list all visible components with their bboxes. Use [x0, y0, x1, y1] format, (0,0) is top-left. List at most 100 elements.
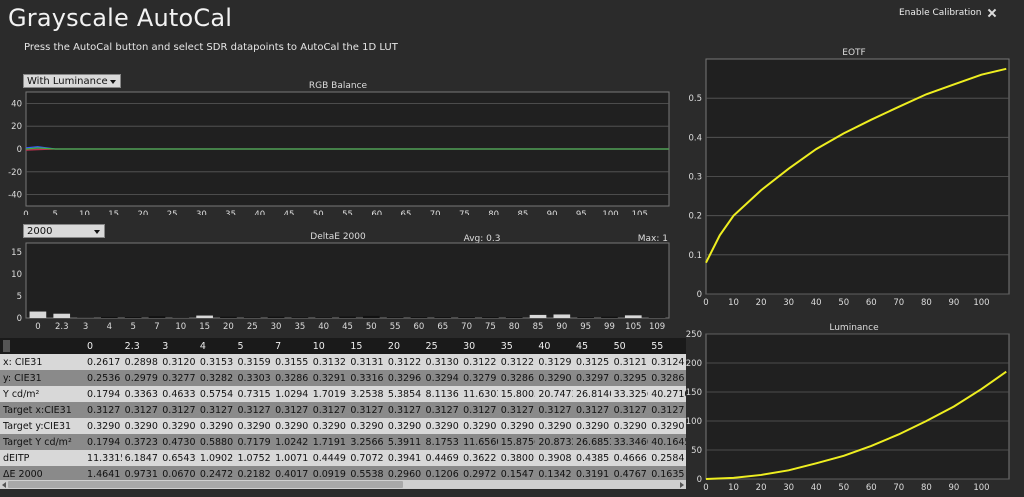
table-cell[interactable]: 0.3296	[384, 370, 423, 386]
table-cell[interactable]: 0.4730	[159, 434, 197, 450]
table-cell[interactable]: 0.3127	[497, 402, 536, 418]
column-header[interactable]: 40	[535, 338, 573, 354]
column-header[interactable]: 0	[84, 338, 122, 354]
table-cell[interactable]: 3.2566	[347, 434, 385, 450]
table-cell[interactable]: 0.3290	[535, 370, 573, 386]
table-row[interactable]: x: CIE31 0.2617 0.2898 0.3120 0.3153 0.3159 0.…	[0, 354, 686, 370]
table-cell[interactable]: 0.3127	[384, 402, 423, 418]
table-cell[interactable]: 0.3120	[159, 354, 197, 370]
table-cell[interactable]: 0.2979	[121, 370, 160, 386]
table-cell[interactable]: 0.3122	[497, 354, 536, 370]
table-cell[interactable]: 0.6543	[159, 450, 197, 466]
table-cell[interactable]: 26.6853	[572, 434, 611, 450]
table-cell[interactable]: 0.3290	[422, 418, 461, 434]
table-cell[interactable]: 0.3127	[572, 402, 611, 418]
table-cell[interactable]: 33.3256	[610, 386, 649, 402]
table-cell[interactable]: 0.3290	[309, 418, 348, 434]
table-cell[interactable]: 0.3127	[84, 402, 122, 418]
table-cell[interactable]: 0.3290	[84, 418, 122, 434]
table-cell[interactable]: 1.0071	[272, 450, 310, 466]
table-cell[interactable]: 26.8140	[572, 386, 611, 402]
table-cell[interactable]: 0.3723	[121, 434, 160, 450]
table-cell[interactable]: 0.3121	[610, 354, 649, 370]
data-table[interactable]: 0 2.3 3 4 5 7 10 15 20 25 30 35 40 45 50 55 x: CIE31 0.26…	[0, 338, 686, 496]
table-cell[interactable]: 0.3286	[648, 370, 686, 386]
table-row[interactable]: dEITP11.33156.18470.65431.09021.07521.00…	[0, 450, 686, 466]
table-cell[interactable]: 0.3131	[347, 354, 385, 370]
table-cell[interactable]: 0.3303	[234, 370, 273, 386]
table-cell[interactable]: 0.2898	[121, 354, 160, 370]
table-cell[interactable]: 0.1794	[84, 434, 122, 450]
table-cell[interactable]: 0.2584	[648, 450, 686, 466]
table-cell[interactable]: 0.3127	[159, 402, 197, 418]
column-header[interactable]: 15	[347, 338, 385, 354]
table-cell[interactable]: 0.3127	[535, 402, 573, 418]
column-header[interactable]: 4	[196, 338, 235, 354]
table-horizontal-scrollbar[interactable]	[0, 480, 686, 489]
table-cell[interactable]: 15.8756	[497, 434, 536, 450]
table-cell[interactable]: 1.0294	[272, 386, 310, 402]
table-cell[interactable]: 0.3297	[572, 370, 611, 386]
table-cell[interactable]: 1.7191	[309, 434, 348, 450]
table-cell[interactable]: 1.7019	[309, 386, 348, 402]
table-cell[interactable]: 0.3363	[121, 386, 160, 402]
table-cell[interactable]: 0.3290	[610, 418, 649, 434]
table-cell[interactable]: 8.1136	[422, 386, 461, 402]
column-header[interactable]: 3	[159, 338, 197, 354]
table-cell[interactable]: 0.3124	[648, 354, 686, 370]
table-cell[interactable]: 0.3282	[196, 370, 235, 386]
table-cell[interactable]: 0.3127	[234, 402, 273, 418]
table-cell[interactable]: 40.1645	[648, 434, 686, 450]
table-cell[interactable]: 5.3911	[384, 434, 423, 450]
table-cell[interactable]: 0.3127	[347, 402, 385, 418]
column-header[interactable]: 25	[422, 338, 461, 354]
table-cell[interactable]: 3.2538	[347, 386, 385, 402]
table-cell[interactable]: 0.5880	[196, 434, 235, 450]
column-header[interactable]: 5	[234, 338, 273, 354]
column-header[interactable]: 55	[648, 338, 686, 354]
table-cell[interactable]: 0.3279	[460, 370, 498, 386]
table-cell[interactable]: 0.3908	[535, 450, 573, 466]
table-cell[interactable]: 0.3127	[460, 402, 498, 418]
table-cell[interactable]: 20.7473	[535, 386, 573, 402]
table-cell[interactable]: 0.3294	[422, 370, 461, 386]
table-cell[interactable]: 0.3132	[309, 354, 348, 370]
table-cell[interactable]: 0.3290	[159, 418, 197, 434]
table-cell[interactable]: 0.3290	[272, 418, 310, 434]
table-cell[interactable]: 5.3854	[384, 386, 423, 402]
table-cell[interactable]: 0.3290	[572, 418, 611, 434]
table-cell[interactable]: 0.3127	[121, 402, 160, 418]
table-row[interactable]: Y cd/m² 0.1794 0.3363 0.4633 0.5754 0.7315 1.0…	[0, 386, 686, 402]
table-cell[interactable]: 6.1847	[121, 450, 160, 466]
table-cell[interactable]: 0.4666	[610, 450, 649, 466]
table-cell[interactable]: 0.4385	[572, 450, 611, 466]
scrollbar-thumb[interactable]	[8, 481, 403, 488]
table-cell[interactable]: 0.3295	[610, 370, 649, 386]
table-cell[interactable]: 0.7315	[234, 386, 273, 402]
table-row[interactable]: Target x:CIE31 0.3127 0.3127 0.3127 0.3127 0.…	[0, 402, 686, 418]
table-cell[interactable]: 20.8732	[535, 434, 573, 450]
table-cell[interactable]: 0.3290	[234, 418, 273, 434]
table-cell[interactable]: 0.3129	[535, 354, 573, 370]
table-cell[interactable]: 0.3286	[272, 370, 310, 386]
table-cell[interactable]: 1.0752	[234, 450, 273, 466]
table-cell[interactable]: 33.3460	[610, 434, 649, 450]
table-cell[interactable]: 0.3127	[196, 402, 235, 418]
table-cell[interactable]: 0.7179	[234, 434, 273, 450]
enable-calibration-toggle[interactable]: Enable Calibration	[899, 8, 996, 18]
scroll-left-icon[interactable]	[2, 482, 6, 488]
table-cell[interactable]: 0.3800	[497, 450, 536, 466]
table-cell[interactable]: 0.3122	[384, 354, 423, 370]
table-cell[interactable]: 0.3122	[460, 354, 498, 370]
table-cell[interactable]: 8.1753	[422, 434, 461, 450]
table-cell[interactable]: 0.3127	[610, 402, 649, 418]
table-cell[interactable]: 0.5754	[196, 386, 235, 402]
table-cell[interactable]: 0.2617	[84, 354, 122, 370]
table-cell[interactable]: 0.3290	[648, 418, 686, 434]
table-cell[interactable]: 0.3127	[422, 402, 461, 418]
table-cell[interactable]: 0.3316	[347, 370, 385, 386]
table-cell[interactable]: 0.3291	[309, 370, 348, 386]
table-cell[interactable]: 0.3286	[497, 370, 536, 386]
table-cell[interactable]: 0.3125	[572, 354, 611, 370]
table-cell[interactable]: 11.6560	[460, 434, 498, 450]
